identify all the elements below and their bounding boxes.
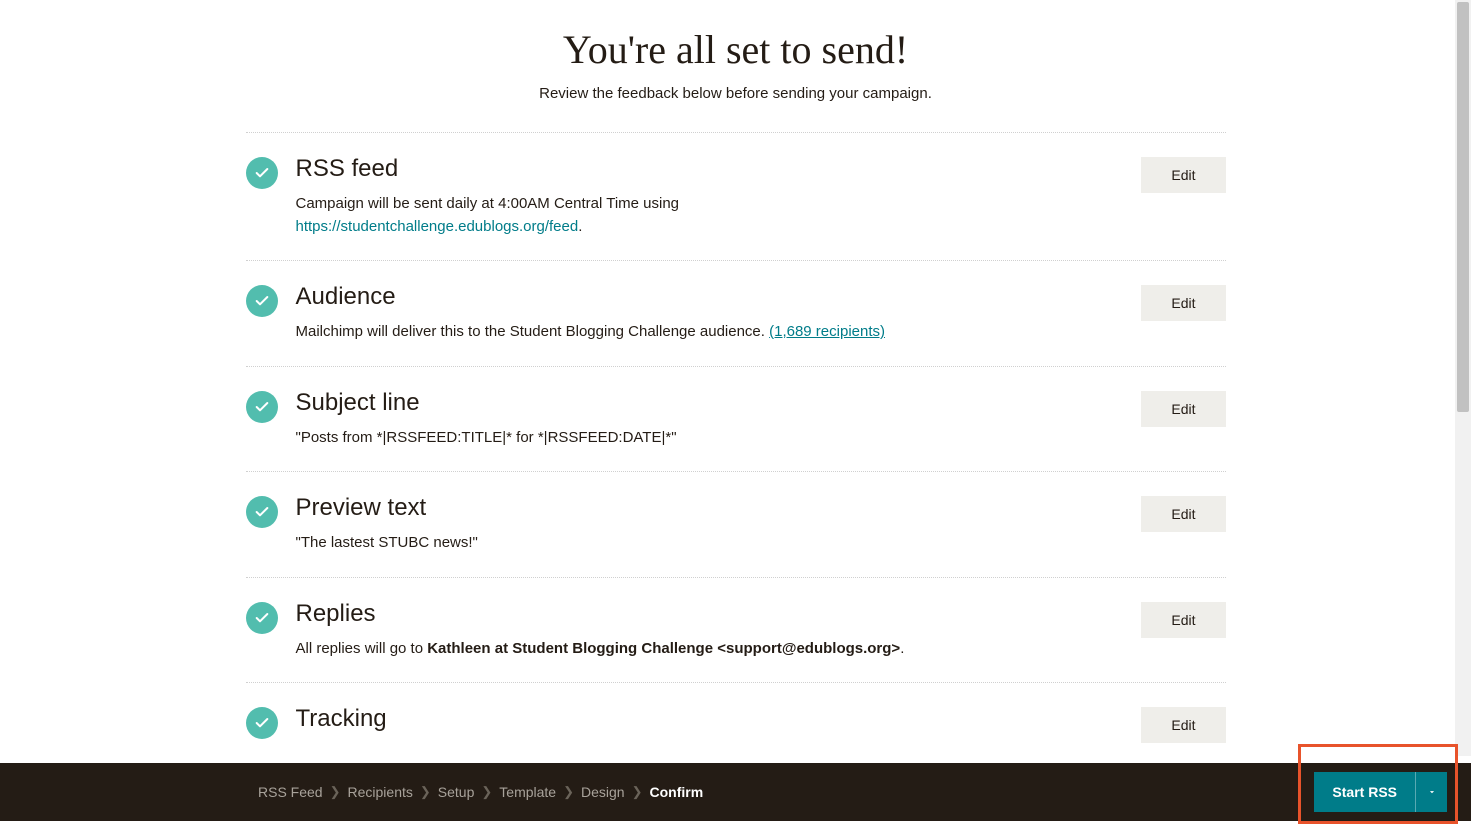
bottom-nav-bar: RSS Feed ❯ Recipients ❯ Setup ❯ Template ❯ Desig… (0, 763, 1471, 821)
breadcrumb-step-recipients[interactable]: Recipients (348, 784, 413, 800)
chevron-down-icon (1427, 787, 1437, 797)
section-subject-line: Subject line "Posts from *|RSSFEED:TITLE… (246, 367, 1226, 472)
section-audience: Audience Mailchimp will deliver this to … (246, 261, 1226, 366)
recipients-link[interactable]: (1,689 recipients) (769, 323, 885, 340)
scrollbar-track (1455, 0, 1471, 756)
section-replies: Replies All replies will go to Kathleen … (246, 578, 1226, 683)
edit-button[interactable]: Edit (1141, 496, 1225, 532)
reply-to-address: Kathleen at Student Blogging Challenge <… (427, 640, 900, 657)
section-preview-text: Preview text "The lastest STUBC news!" E… (246, 472, 1226, 577)
breadcrumb-step-template[interactable]: Template (499, 784, 556, 800)
edit-button[interactable]: Edit (1141, 157, 1225, 193)
section-description: Campaign will be sent daily at 4:00AM Ce… (296, 193, 1122, 238)
chevron-right-icon: ❯ (631, 784, 644, 800)
start-rss-dropdown-button[interactable] (1415, 772, 1447, 812)
checkmark-icon (246, 707, 278, 739)
section-description: "The lastest STUBC news!" (296, 532, 1122, 555)
scrollbar-thumb[interactable] (1457, 2, 1469, 412)
section-content: Replies All replies will go to Kathleen … (296, 600, 1142, 661)
section-content: Preview text "The lastest STUBC news!" (296, 494, 1142, 555)
chevron-right-icon: ❯ (329, 784, 342, 800)
wizard-breadcrumb: RSS Feed ❯ Recipients ❯ Setup ❯ Template ❯ Desig… (258, 784, 703, 800)
section-description: Mailchimp will deliver this to the Stude… (296, 321, 1122, 344)
start-rss-button[interactable]: Start RSS (1314, 772, 1415, 812)
section-tracking: Tracking Edit (246, 683, 1226, 756)
action-bar: Start RSS (1314, 772, 1447, 812)
chevron-right-icon: ❯ (562, 784, 575, 800)
breadcrumb-step-design[interactable]: Design (581, 784, 625, 800)
checkmark-icon (246, 285, 278, 317)
section-content: Subject line "Posts from *|RSSFEED:TITLE… (296, 389, 1142, 450)
section-title: Replies (296, 600, 1122, 628)
desc-text: All replies will go to (296, 640, 428, 657)
checkmark-icon (246, 391, 278, 423)
desc-text-post: . (900, 640, 904, 657)
edit-button[interactable]: Edit (1141, 391, 1225, 427)
page-header: You're all set to send! Review the feedb… (246, 26, 1226, 132)
edit-button[interactable]: Edit (1141, 707, 1225, 743)
rss-feed-link[interactable]: https://studentchallenge.edublogs.org/fe… (296, 218, 579, 235)
breadcrumb-step-rss-feed[interactable]: RSS Feed (258, 784, 323, 800)
checkmark-icon (246, 496, 278, 528)
main-content: You're all set to send! Review the feedb… (246, 0, 1226, 756)
chevron-right-icon: ❯ (480, 784, 493, 800)
section-content: Audience Mailchimp will deliver this to … (296, 283, 1142, 344)
desc-text: Mailchimp will deliver this to the Stude… (296, 323, 770, 340)
edit-button[interactable]: Edit (1141, 602, 1225, 638)
chevron-right-icon: ❯ (419, 784, 432, 800)
section-title: Audience (296, 283, 1122, 311)
section-content: RSS feed Campaign will be sent daily at … (296, 155, 1142, 238)
section-title: Preview text (296, 494, 1122, 522)
section-description: "Posts from *|RSSFEED:TITLE|* for *|RSSF… (296, 427, 1122, 450)
page-title: You're all set to send! (246, 26, 1226, 73)
desc-text-post: . (578, 218, 582, 235)
checkmark-icon (246, 157, 278, 189)
breadcrumb-step-confirm: Confirm (650, 784, 704, 800)
breadcrumb-step-setup[interactable]: Setup (438, 784, 475, 800)
edit-button[interactable]: Edit (1141, 285, 1225, 321)
section-rss-feed: RSS feed Campaign will be sent daily at … (246, 133, 1226, 260)
page-subtitle: Review the feedback below before sending… (246, 85, 1226, 102)
checkmark-icon (246, 602, 278, 634)
section-description: All replies will go to Kathleen at Stude… (296, 638, 1122, 661)
section-title: Tracking (296, 705, 1122, 733)
section-content: Tracking (296, 705, 1142, 743)
section-title: Subject line (296, 389, 1122, 417)
section-title: RSS feed (296, 155, 1122, 183)
desc-text: Campaign will be sent daily at 4:00AM Ce… (296, 195, 680, 212)
